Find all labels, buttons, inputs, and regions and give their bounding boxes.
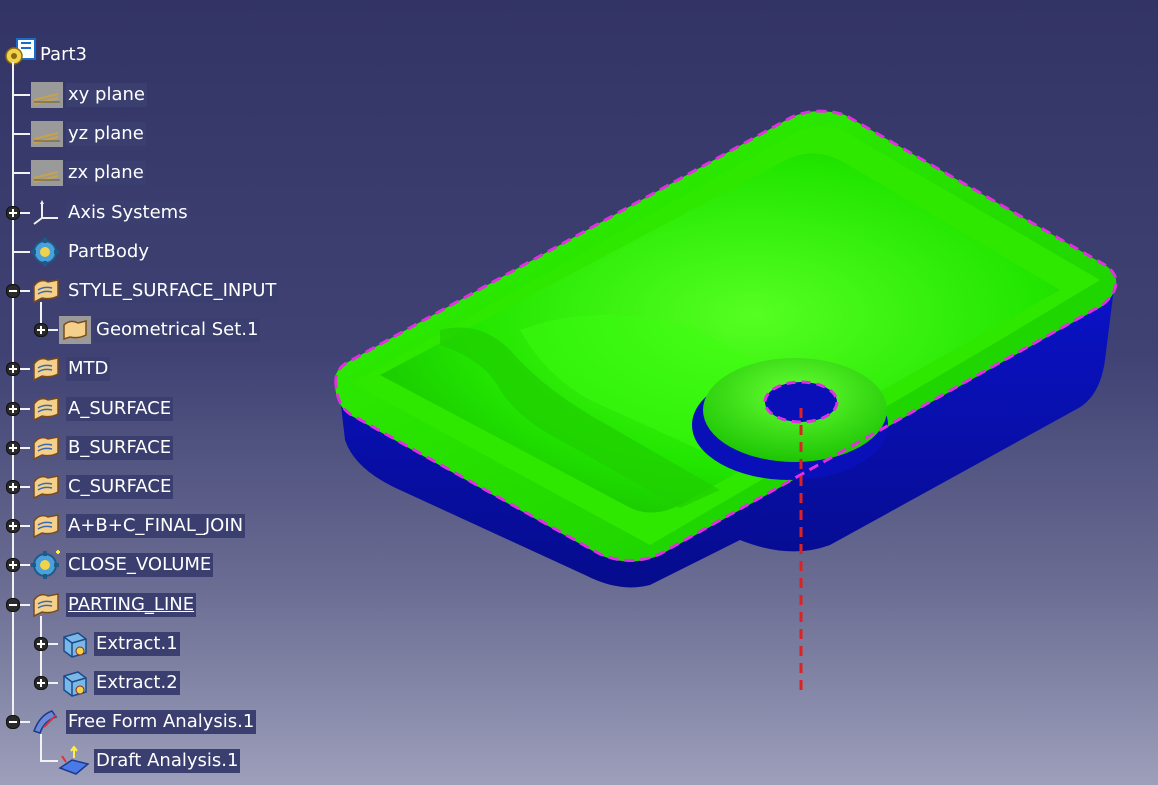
tree-node-label: B_SURFACE — [66, 436, 174, 460]
specification-tree: Part3 xy plane yz plane zx plane Axis Syste… — [0, 0, 300, 785]
draft-analysis-icon — [58, 746, 90, 775]
tree-node-label: PARTING_LINE — [66, 593, 197, 617]
tree-node-label: C_SURFACE — [66, 475, 174, 499]
tree-node[interactable]: Extract.1 — [0, 631, 300, 658]
tree-node[interactable]: Extract.2 — [0, 670, 300, 697]
tree-root-label: Part3 — [40, 44, 87, 65]
collapse-minus-icon[interactable] — [6, 715, 20, 729]
tray-part[interactable] — [334, 109, 1118, 690]
tree-node[interactable]: A_SURFACE — [0, 396, 300, 422]
tree-node-label: PartBody — [66, 240, 151, 264]
expand-plus-icon[interactable] — [6, 480, 20, 494]
tree-node[interactable]: CLOSE_VOLUME — [0, 550, 300, 579]
tree-node-label: Draft Analysis.1 — [94, 749, 241, 773]
expand-plus-icon[interactable] — [6, 558, 20, 572]
extract-icon — [63, 671, 87, 697]
expand-plus-icon[interactable] — [6, 441, 20, 455]
tree-node[interactable]: C_SURFACE — [0, 474, 300, 500]
tree-node[interactable]: B_SURFACE — [0, 435, 300, 461]
expand-plus-icon[interactable] — [34, 323, 48, 337]
tree-node-label: Extract.2 — [94, 671, 180, 695]
tree-node-label: xy plane — [66, 83, 147, 107]
tree-node[interactable]: yz plane — [0, 121, 300, 147]
extract-icon — [63, 632, 87, 658]
geometrical-set-boxed-icon — [59, 316, 91, 344]
tree-node[interactable]: STYLE_SURFACE_INPUT — [0, 278, 300, 304]
tree-node[interactable]: MTD — [0, 356, 300, 382]
tree-node[interactable]: zx plane — [0, 160, 300, 186]
tree-node-label: Geometrical Set.1 — [94, 318, 261, 342]
tree-node-label: Free Form Analysis.1 — [66, 710, 257, 734]
plane-icon — [31, 121, 63, 147]
part-body-gear-icon — [31, 238, 59, 266]
tree-node[interactable]: Axis Systems — [0, 200, 300, 226]
tree-node[interactable]: Geometrical Set.1 — [0, 316, 300, 344]
geometrical-set-icon — [33, 279, 59, 304]
geometrical-set-icon — [33, 475, 59, 500]
collapse-minus-icon[interactable] — [6, 598, 20, 612]
tree-node-label: Extract.1 — [94, 632, 180, 656]
expand-plus-icon[interactable] — [6, 362, 20, 376]
expand-plus-icon[interactable] — [6, 402, 20, 416]
expand-plus-icon[interactable] — [6, 519, 20, 533]
plane-icon — [31, 82, 63, 108]
free-form-analysis-icon — [33, 710, 58, 734]
expand-plus-icon[interactable] — [6, 206, 20, 220]
expand-plus-icon[interactable] — [34, 676, 48, 690]
geometrical-set-icon — [33, 397, 59, 422]
tree-node-label: STYLE_SURFACE_INPUT — [66, 279, 279, 303]
tree-node[interactable]: xy plane — [0, 82, 300, 108]
geometrical-set-icon — [33, 514, 59, 539]
geometrical-set-icon — [33, 436, 59, 461]
tree-node-label: Axis Systems — [66, 201, 190, 225]
tree-node-label: A+B+C_FINAL_JOIN — [66, 514, 246, 538]
plane-icon — [31, 160, 63, 186]
tree-node[interactable]: Draft Analysis.1 — [0, 746, 300, 775]
tree-node-label: zx plane — [66, 161, 146, 185]
tree-node[interactable]: A+B+C_FINAL_JOIN — [0, 513, 300, 539]
tree-node[interactable]: PARTING_LINE — [0, 592, 300, 618]
tree-node[interactable]: PartBody — [0, 238, 300, 266]
tree-node[interactable]: Free Form Analysis.1 — [0, 709, 300, 735]
expand-plus-icon[interactable] — [34, 637, 48, 651]
collapse-minus-icon[interactable] — [6, 284, 20, 298]
geometrical-set-icon — [33, 593, 59, 618]
part-gear-icon — [5, 38, 36, 65]
body-gear-icon — [31, 550, 60, 579]
tree-node-label: CLOSE_VOLUME — [66, 553, 214, 577]
axis-system-icon — [33, 200, 58, 225]
geometrical-set-icon — [33, 357, 59, 382]
tree-root[interactable]: Part3 — [4, 38, 124, 68]
tree-node-label: A_SURFACE — [66, 397, 174, 421]
tree-node-label: yz plane — [66, 122, 146, 146]
tree-node-label: MTD — [66, 357, 111, 381]
